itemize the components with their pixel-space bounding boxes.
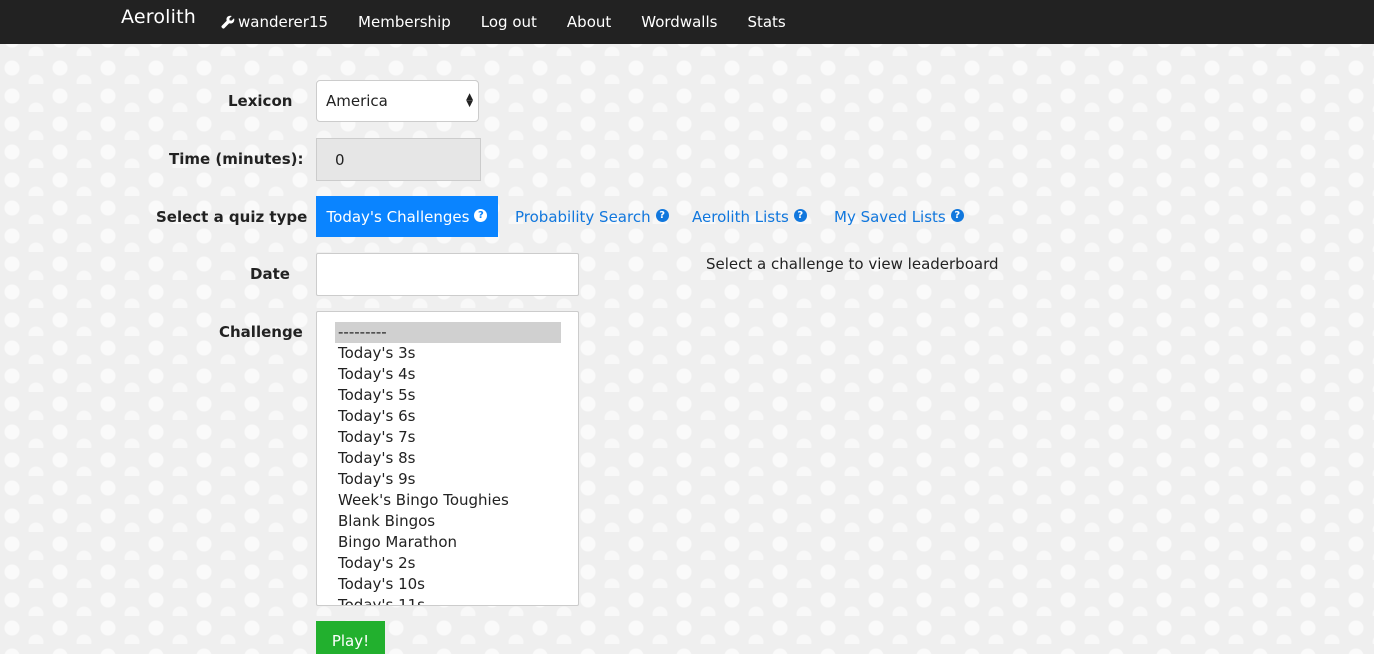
challenge-option[interactable]: Today's 6s — [335, 406, 561, 427]
tab-probability-search[interactable]: Probability Search ? — [515, 196, 669, 237]
tab-label: My Saved Lists — [834, 207, 946, 226]
brand-logo[interactable]: Aerolith — [121, 6, 196, 28]
question-circle-icon[interactable]: ? — [655, 209, 669, 222]
date-label: Date — [250, 265, 290, 283]
question-circle-icon[interactable]: ? — [474, 209, 488, 222]
challenge-option[interactable]: --------- — [335, 322, 561, 343]
lexicon-selected-value: America — [326, 92, 388, 110]
tab-aerolith-lists[interactable]: Aerolith Lists ? — [692, 196, 807, 237]
challenge-listbox[interactable]: --------- Today's 3s Today's 4s Today's 5s T… — [316, 311, 579, 606]
wrench-icon — [221, 15, 235, 29]
challenge-options: --------- Today's 3s Today's 4s Today's 5s T… — [335, 322, 561, 605]
up-down-arrows-icon: ▲ ▼ — [466, 92, 473, 109]
lexicon-select[interactable]: America ▲ ▼ — [316, 80, 479, 122]
nav-wordwalls-link[interactable]: Wordwalls — [641, 13, 717, 31]
nav-stats-link[interactable]: Stats — [747, 13, 785, 31]
challenge-option[interactable]: Today's 8s — [335, 448, 561, 469]
challenge-option[interactable]: Week's Bingo Toughies — [335, 490, 561, 511]
tab-todays-challenges[interactable]: Today's Challenges ? — [316, 196, 498, 237]
time-label: Time (minutes): — [169, 150, 304, 168]
lexicon-label: Lexicon — [228, 92, 293, 110]
challenge-label: Challenge — [219, 323, 303, 341]
tab-label: Today's Challenges — [326, 207, 470, 226]
challenge-option[interactable]: Today's 2s — [335, 553, 561, 574]
challenge-option[interactable]: Today's 10s — [335, 574, 561, 595]
tab-label: Aerolith Lists — [692, 207, 789, 226]
time-input[interactable]: 0 — [316, 138, 481, 181]
nav-logout-link[interactable]: Log out — [481, 13, 537, 31]
challenge-option[interactable]: Blank Bingos — [335, 511, 561, 532]
challenge-option[interactable]: Today's 4s — [335, 364, 561, 385]
top-navbar: Aerolith wanderer15 Membership Log out A… — [0, 0, 1374, 44]
nav-items: wanderer15 Membership Log out About Word… — [221, 0, 816, 44]
challenge-option[interactable]: Today's 5s — [335, 385, 561, 406]
challenge-option[interactable]: Today's 3s — [335, 343, 561, 364]
nav-membership-link[interactable]: Membership — [358, 13, 451, 31]
challenge-option[interactable]: Today's 11s — [335, 595, 561, 605]
tab-my-saved-lists[interactable]: My Saved Lists ? — [834, 196, 964, 237]
question-circle-icon[interactable]: ? — [793, 209, 807, 222]
quiz-type-label: Select a quiz type — [156, 208, 308, 226]
challenge-option[interactable]: Today's 7s — [335, 427, 561, 448]
tab-label: Probability Search — [515, 207, 651, 226]
play-button[interactable]: Play! — [316, 621, 385, 654]
challenge-option[interactable]: Bingo Marathon — [335, 532, 561, 553]
nav-user-label: wanderer15 — [238, 13, 329, 31]
question-circle-icon[interactable]: ? — [950, 209, 964, 222]
leaderboard-message: Select a challenge to view leaderboard — [706, 255, 999, 273]
nav-about-link[interactable]: About — [567, 13, 611, 31]
challenge-option[interactable]: Today's 9s — [335, 469, 561, 490]
nav-user-link[interactable]: wanderer15 — [221, 13, 328, 31]
date-input[interactable] — [316, 253, 579, 296]
